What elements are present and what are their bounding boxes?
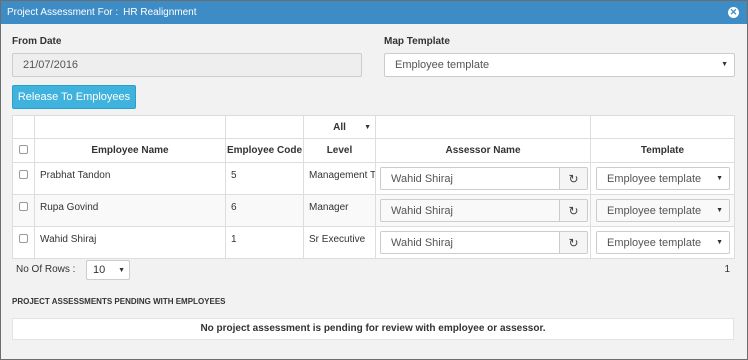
release-to-employees-button[interactable]: Release To Employees: [12, 85, 136, 109]
map-template-select[interactable]: Employee template ▼: [384, 53, 735, 77]
map-template-value: Employee template: [395, 59, 490, 71]
chevron-down-icon: ▼: [716, 239, 723, 246]
header-row: Employee Name Employee Code Level Assess…: [12, 138, 735, 163]
assessor-input[interactable]: Wahid Shiraj: [380, 231, 560, 254]
dialog-title-prefix: Project Assessment For :: [7, 7, 119, 18]
chevron-down-icon: ▼: [118, 267, 125, 274]
page-number[interactable]: 1: [724, 264, 730, 275]
template-value: Employee template: [607, 204, 702, 217]
table-row: Wahid Shiraj 1 Sr Executive Wahid Shiraj…: [12, 226, 735, 259]
chevron-down-icon: ▼: [364, 124, 371, 131]
level-filter-value: All: [333, 121, 346, 133]
select-all-checkbox[interactable]: [19, 144, 28, 154]
refresh-icon[interactable]: ↻: [560, 231, 588, 254]
employee-name: Wahid Shiraj: [34, 226, 226, 259]
employee-table: All ▼ Employee Name Employee Code Level …: [12, 115, 735, 259]
assessor-value: Wahid Shiraj: [391, 236, 453, 249]
rows-per-page-select[interactable]: 10 ▼: [86, 260, 130, 280]
header-level[interactable]: Level: [303, 138, 376, 163]
row-checkbox[interactable]: [19, 170, 28, 179]
template-select[interactable]: Employee template ▼: [596, 199, 730, 222]
assessor-input[interactable]: Wahid Shiraj: [380, 199, 560, 222]
dialog-title-project: HR Realignment: [123, 7, 197, 18]
table-row: Prabhat Tandon 5 Management Tra Wahid Sh…: [12, 162, 735, 195]
chevron-down-icon: ▼: [721, 61, 728, 68]
refresh-icon[interactable]: ↻: [560, 199, 588, 222]
employee-level: Management Tra: [303, 162, 376, 195]
employee-name: Prabhat Tandon: [34, 162, 226, 195]
map-template-label: Map Template: [384, 36, 450, 47]
pending-section-title: PROJECT ASSESSMENTS PENDING WITH EMPLOYE…: [12, 297, 226, 306]
filter-row: All ▼: [12, 115, 735, 139]
header-employee-name[interactable]: Employee Name: [34, 138, 226, 163]
assessor-value: Wahid Shiraj: [391, 172, 453, 185]
table-footer: No Of Rows : 10 ▼ 1: [12, 259, 734, 281]
template-select[interactable]: Employee template ▼: [596, 167, 730, 190]
select-all-cell: [12, 138, 35, 163]
template-value: Employee template: [607, 172, 702, 185]
template-value: Employee template: [607, 236, 702, 249]
from-date-label: From Date: [12, 36, 62, 47]
template-select[interactable]: Employee template ▼: [596, 231, 730, 254]
employee-code: 1: [225, 226, 304, 259]
rows-per-page-label: No Of Rows :: [16, 264, 76, 275]
chevron-down-icon: ▼: [716, 175, 723, 182]
employee-name: Rupa Govind: [34, 194, 226, 227]
close-icon[interactable]: ✕: [728, 7, 739, 18]
refresh-icon[interactable]: ↻: [560, 167, 588, 190]
header-employee-code[interactable]: Employee Code: [225, 138, 304, 163]
pending-empty-message: No project assessment is pending for rev…: [12, 318, 734, 340]
employee-code: 5: [225, 162, 304, 195]
from-date-field: 21/07/2016: [12, 53, 362, 77]
assessor-input[interactable]: Wahid Shiraj: [380, 167, 560, 190]
chevron-down-icon: ▼: [716, 207, 723, 214]
header-assessor-name[interactable]: Assessor Name: [375, 138, 591, 163]
from-date-value: 21/07/2016: [23, 59, 79, 71]
employee-level: Manager: [303, 194, 376, 227]
row-checkbox[interactable]: [19, 234, 28, 243]
dialog-titlebar: Project Assessment For : HR Realignment …: [1, 1, 747, 24]
assessor-value: Wahid Shiraj: [391, 204, 453, 217]
header-template[interactable]: Template: [590, 138, 735, 163]
project-assessment-dialog: Project Assessment For : HR Realignment …: [0, 0, 748, 360]
employee-code: 6: [225, 194, 304, 227]
row-checkbox[interactable]: [19, 202, 28, 211]
table-row: Rupa Govind 6 Manager Wahid Shiraj ↻ Emp…: [12, 194, 735, 227]
employee-level: Sr Executive: [303, 226, 376, 259]
rows-per-page-value: 10: [93, 264, 106, 276]
level-filter-select[interactable]: All ▼: [303, 115, 376, 139]
